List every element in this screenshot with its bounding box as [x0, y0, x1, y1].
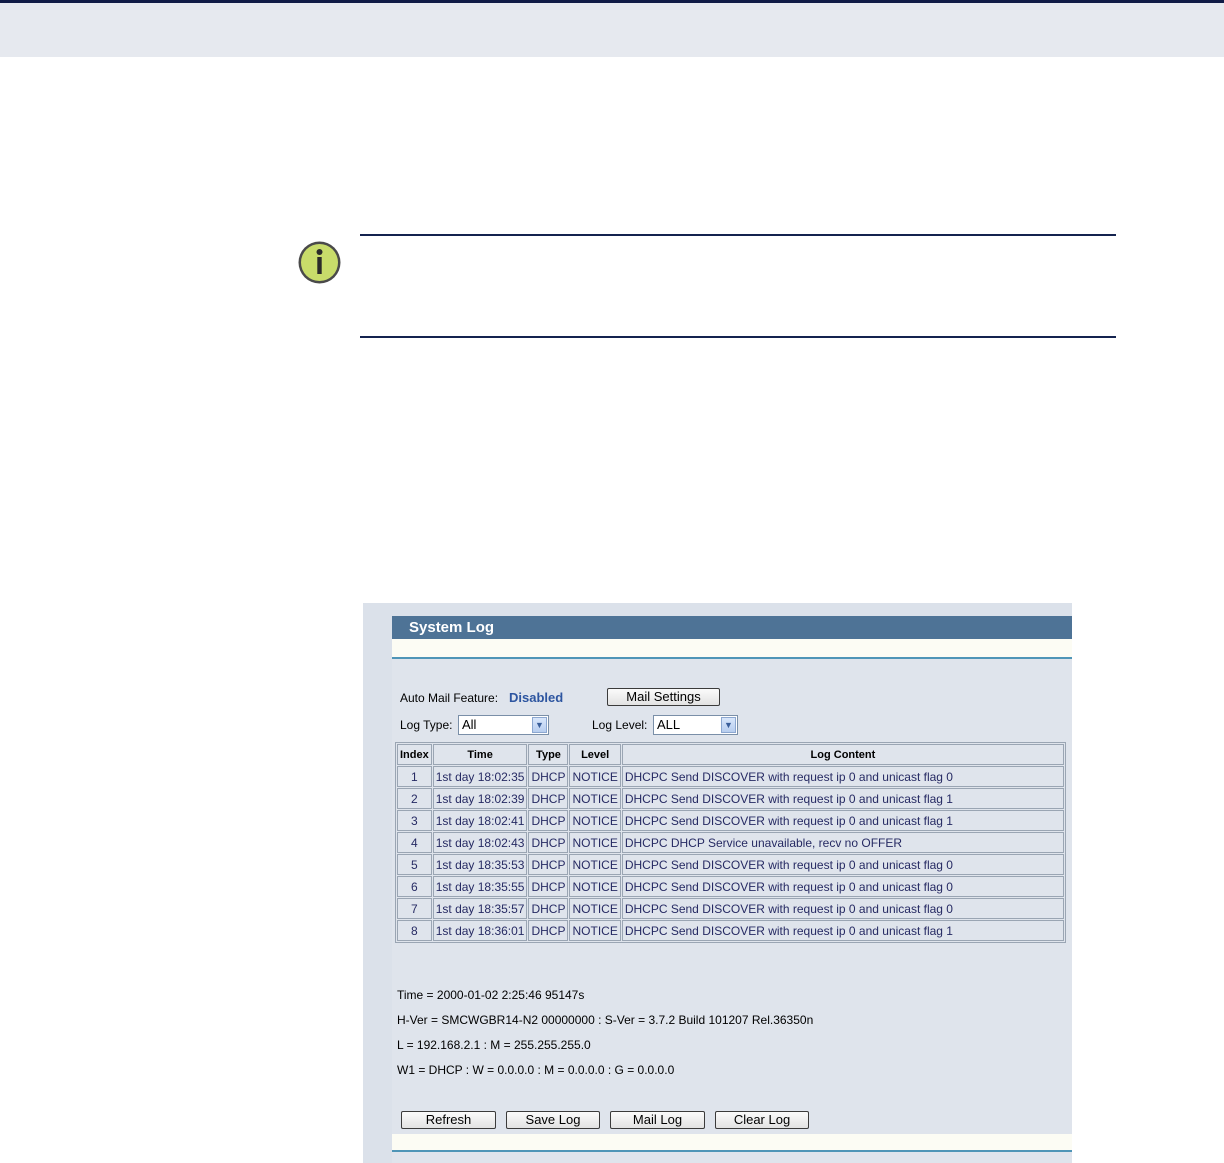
table-header-row: Index Time Type Level Log Content [397, 744, 1064, 765]
cell-level: NOTICE [569, 810, 621, 831]
cell-time: 1st day 18:35:53 [432, 854, 528, 875]
cell-log-content: DHCPC DHCP Service unavailable, recv no … [621, 832, 1064, 853]
note-bottom-rule [360, 336, 1116, 338]
table-row: 7 1st day 18:35:57 DHCP NOTICE DHCPC Sen… [397, 898, 1064, 919]
log-level-selected: ALL [657, 717, 681, 732]
lan-info: L = 192.168.2.1 : M = 255.255.255.0 [397, 1038, 591, 1052]
table-row: 6 1st day 18:35:55 DHCP NOTICE DHCPC Sen… [397, 876, 1064, 897]
table-row: 4 1st day 18:02:43 DHCP NOTICE DHCPC DHC… [397, 832, 1064, 853]
cell-index: 8 [397, 920, 432, 941]
cell-level: NOTICE [569, 766, 621, 787]
system-time: Time = 2000-01-02 2:25:46 95147s [397, 988, 585, 1002]
cell-log-content: DHCPC Send DISCOVER with request ip 0 an… [621, 854, 1064, 875]
cell-time: 1st day 18:35:55 [432, 876, 528, 897]
title-separator [392, 639, 1072, 659]
note-top-rule [360, 234, 1116, 236]
cell-index: 6 [397, 876, 432, 897]
cell-type: DHCP [528, 810, 569, 831]
cell-log-content: DHCPC Send DISCOVER with request ip 0 an… [621, 898, 1064, 919]
column-header-time: Time [432, 744, 528, 765]
cell-type: DHCP [528, 832, 569, 853]
log-type-selected: All [462, 717, 477, 732]
table-row: 2 1st day 18:02:39 DHCP NOTICE DHCPC Sen… [397, 788, 1064, 809]
clear-log-button[interactable]: Clear Log [715, 1111, 809, 1129]
table-row: 3 1st day 18:02:41 DHCP NOTICE DHCPC Sen… [397, 810, 1064, 831]
cell-log-content: DHCPC Send DISCOVER with request ip 0 an… [621, 788, 1064, 809]
log-level-select[interactable]: ALL ▼ [653, 715, 738, 735]
info-icon [298, 241, 341, 284]
cell-level: NOTICE [569, 876, 621, 897]
column-header-type: Type [528, 744, 569, 765]
cell-type: DHCP [528, 766, 569, 787]
cell-time: 1st day 18:02:41 [432, 810, 528, 831]
mail-log-button[interactable]: Mail Log [610, 1111, 705, 1129]
cell-type: DHCP [528, 854, 569, 875]
cell-log-content: DHCPC Send DISCOVER with request ip 0 an… [621, 810, 1064, 831]
table-row: 5 1st day 18:35:53 DHCP NOTICE DHCPC Sen… [397, 854, 1064, 875]
system-log-panel: System Log Auto Mail Feature: Disabled M… [392, 616, 1072, 1163]
save-log-button[interactable]: Save Log [506, 1111, 600, 1129]
cell-index: 5 [397, 854, 432, 875]
cell-type: DHCP [528, 898, 569, 919]
log-table: Index Time Type Level Log Content 1 1st … [395, 742, 1066, 943]
auto-mail-label: Auto Mail Feature: [400, 691, 499, 705]
cell-index: 1 [397, 766, 432, 787]
cell-index: 7 [397, 898, 432, 919]
cell-time: 1st day 18:02:39 [432, 788, 528, 809]
cell-type: DHCP [528, 876, 569, 897]
cell-level: NOTICE [569, 898, 621, 919]
column-header-index: Index [397, 744, 432, 765]
cell-time: 1st day 18:36:01 [432, 920, 528, 941]
cell-level: NOTICE [569, 854, 621, 875]
chevron-down-icon[interactable]: ▼ [721, 717, 736, 733]
column-header-level: Level [569, 744, 621, 765]
table-row: 1 1st day 18:02:35 DHCP NOTICE DHCPC Sen… [397, 766, 1064, 787]
cell-level: NOTICE [569, 920, 621, 941]
page-header-bar [0, 0, 1224, 57]
system-log-screenshot: System Log Auto Mail Feature: Disabled M… [363, 603, 1072, 1163]
cell-type: DHCP [528, 788, 569, 809]
cell-time: 1st day 18:02:43 [432, 832, 528, 853]
cell-time: 1st day 18:35:57 [432, 898, 528, 919]
column-header-log-content: Log Content [621, 744, 1064, 765]
refresh-button[interactable]: Refresh [401, 1111, 496, 1129]
cell-index: 2 [397, 788, 432, 809]
wan-info: W1 = DHCP : W = 0.0.0.0 : M = 0.0.0.0 : … [397, 1063, 675, 1077]
footer-separator [392, 1134, 1072, 1152]
version-info: H-Ver = SMCWGBR14-N2 00000000 : S-Ver = … [397, 1013, 814, 1027]
cell-type: DHCP [528, 920, 569, 941]
log-level-label: Log Level: [592, 718, 648, 732]
cell-index: 3 [397, 810, 432, 831]
cell-level: NOTICE [569, 788, 621, 809]
log-type-label: Log Type: [400, 718, 453, 732]
cell-level: NOTICE [569, 832, 621, 853]
auto-mail-status: Disabled [509, 690, 564, 705]
cell-log-content: DHCPC Send DISCOVER with request ip 0 an… [621, 876, 1064, 897]
cell-time: 1st day 18:02:35 [432, 766, 528, 787]
mail-settings-button[interactable]: Mail Settings [607, 688, 720, 706]
log-type-select[interactable]: All ▼ [458, 715, 549, 735]
cell-log-content: DHCPC Send DISCOVER with request ip 0 an… [621, 766, 1064, 787]
cell-index: 4 [397, 832, 432, 853]
table-row: 8 1st day 18:36:01 DHCP NOTICE DHCPC Sen… [397, 920, 1064, 941]
cell-log-content: DHCPC Send DISCOVER with request ip 0 an… [621, 920, 1064, 941]
chevron-down-icon[interactable]: ▼ [532, 717, 547, 733]
page-title: System Log [392, 616, 1072, 639]
